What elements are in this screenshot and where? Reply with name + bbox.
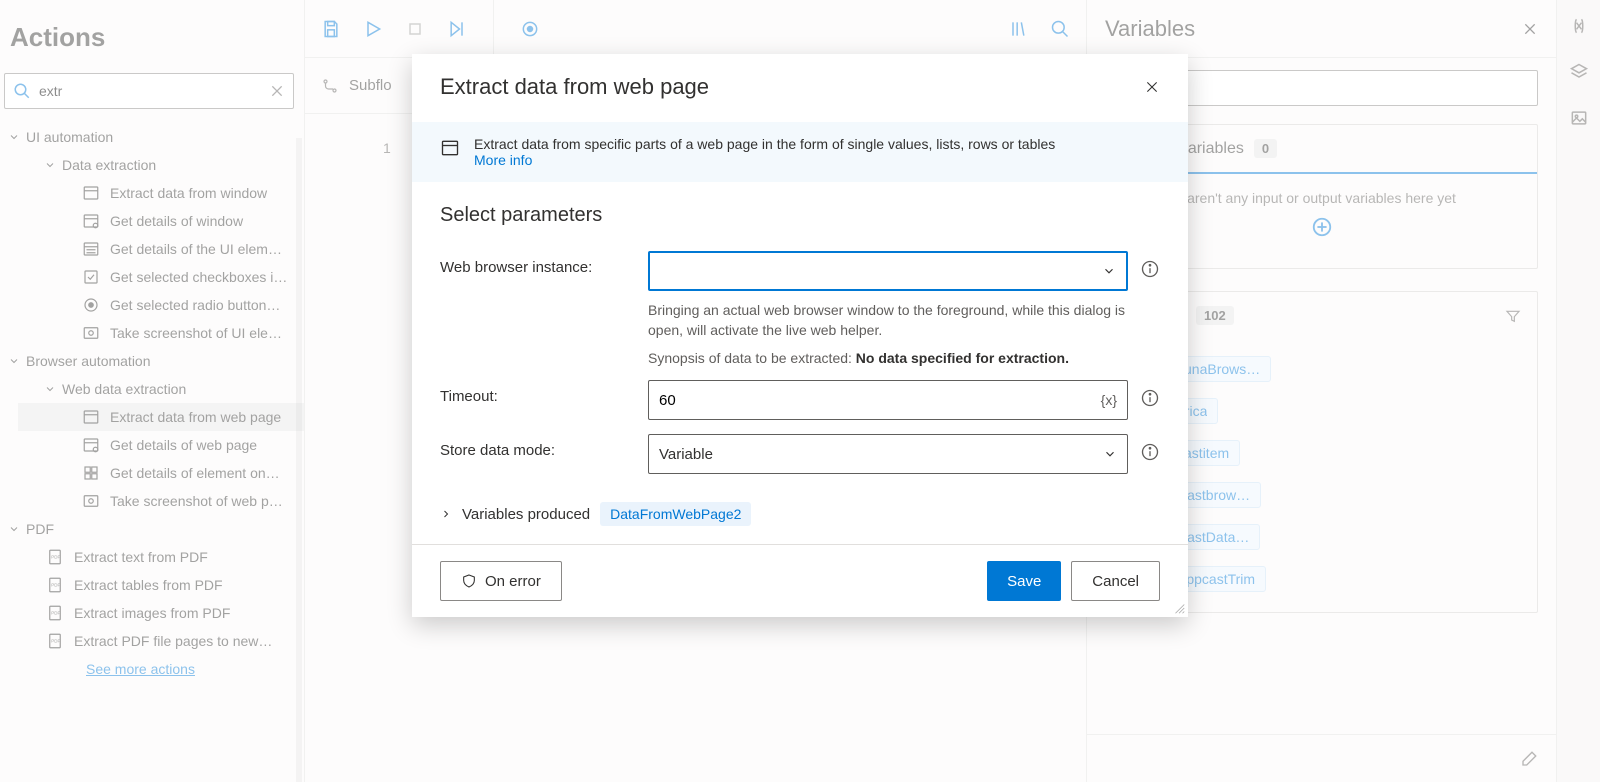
shield-icon (461, 573, 477, 589)
row-store-mode: Store data mode: Variable (440, 434, 1160, 474)
info-icon[interactable] (1140, 442, 1160, 462)
chevron-down-icon (1103, 447, 1117, 461)
row-timeout: Timeout: {x} (440, 380, 1160, 420)
info-icon[interactable] (1140, 259, 1160, 279)
more-info-link[interactable]: More info (474, 152, 532, 168)
modal-overlay: Extract data from web page Extract data … (0, 0, 1600, 782)
app-root: Actions UI automation (0, 0, 1600, 782)
help-text: Bringing an actual web browser window to… (648, 301, 1128, 340)
timeout-input[interactable] (659, 392, 1101, 409)
modal-title: Extract data from web page (440, 74, 709, 100)
modal-body: Select parameters Web browser instance: … (412, 182, 1188, 544)
store-mode-select[interactable]: Variable (648, 434, 1128, 474)
save-button[interactable]: Save (987, 561, 1061, 601)
on-error-button[interactable]: On error (440, 561, 562, 601)
label-web-browser: Web browser instance: (440, 251, 648, 276)
info-icon[interactable] (1140, 388, 1160, 408)
chevron-down-icon (1102, 264, 1116, 278)
modal-header: Extract data from web page (412, 54, 1188, 122)
section-heading: Select parameters (440, 204, 1160, 227)
produced-variable-chip[interactable]: DataFromWebPage2 (600, 502, 751, 526)
extract-data-modal: Extract data from web page Extract data … (412, 54, 1188, 617)
label-store-mode: Store data mode: (440, 434, 648, 459)
synopsis-line: Synopsis of data to be extracted: No dat… (648, 350, 1128, 366)
resize-grip-icon[interactable] (1172, 601, 1186, 615)
modal-info-banner: Extract data from specific parts of a we… (412, 122, 1188, 182)
timeout-input-wrap[interactable]: {x} (648, 380, 1128, 420)
cancel-button[interactable]: Cancel (1071, 561, 1160, 601)
modal-footer: On error Save Cancel (412, 544, 1188, 617)
window-icon (440, 138, 460, 158)
label-timeout: Timeout: (440, 380, 648, 405)
variables-produced-row[interactable]: Variables produced DataFromWebPage2 (440, 488, 1160, 534)
row-web-browser: Web browser instance: Bringing an actual… (440, 251, 1160, 366)
web-browser-select[interactable] (648, 251, 1128, 291)
variable-insert-icon[interactable]: {x} (1101, 392, 1117, 408)
chevron-right-icon (440, 508, 452, 520)
modal-close-icon[interactable] (1144, 79, 1160, 95)
